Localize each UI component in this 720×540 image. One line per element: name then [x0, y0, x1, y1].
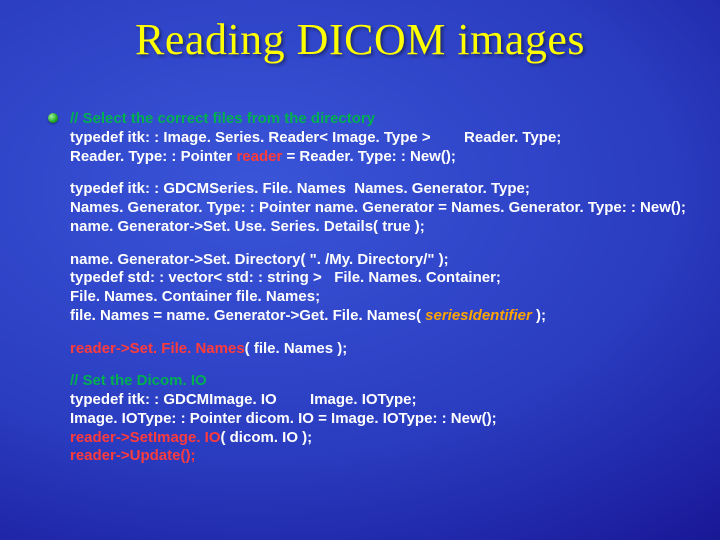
code-line: reader->Set. File. Names( file. Names ); — [70, 340, 690, 359]
code-comment: // Select the correct files from the dir… — [70, 110, 690, 129]
code-text: Reader. Type; — [464, 129, 561, 146]
code-highlight: reader->SetImage. IO — [70, 429, 220, 446]
code-line: name. Generator->Set. Use. Series. Detai… — [70, 218, 690, 237]
bullet-icon — [48, 113, 58, 123]
code-text: ); — [532, 307, 546, 324]
slide-body: // Select the correct files from the dir… — [70, 110, 690, 466]
code-text: ( file. Names ); — [245, 340, 348, 357]
code-param: seriesIdentifier — [425, 307, 532, 324]
slide: Reading DICOM images // Select the corre… — [0, 0, 720, 540]
code-line: reader->SetImage. IO( dicom. IO ); — [70, 429, 690, 448]
code-highlight: reader->Update(); — [70, 447, 690, 466]
code-text: file. Names = name. Generator->Get. File… — [70, 307, 425, 324]
code-text: = Reader. Type: : New(); — [282, 148, 456, 165]
code-line: File. Names. Container file. Names; — [70, 288, 690, 307]
code-highlight: reader — [236, 148, 282, 165]
code-highlight: reader->Set. File. Names — [70, 340, 245, 357]
code-text: Reader. Type: : Pointer — [70, 148, 236, 165]
code-comment: // Set the Dicom. IO — [70, 372, 690, 391]
code-line: name. Generator->Set. Directory( ". /My.… — [70, 251, 690, 270]
code-text: typedef itk: : Image. Series. Reader< Im… — [70, 129, 431, 146]
code-line: typedef itk: : GDCMImage. IO Image. IOTy… — [70, 391, 690, 410]
code-line: Image. IOType: : Pointer dicom. IO = Ima… — [70, 410, 690, 429]
code-text: ( dicom. IO ); — [220, 429, 312, 446]
code-line: typedef itk: : Image. Series. Reader< Im… — [70, 129, 690, 148]
code-line: file. Names = name. Generator->Get. File… — [70, 307, 690, 326]
code-line: typedef std: : vector< std: : string > F… — [70, 269, 690, 288]
code-line: Names. Generator. Type: : Pointer name. … — [70, 199, 690, 218]
code-line: typedef itk: : GDCMSeries. File. Names N… — [70, 180, 690, 199]
slide-title: Reading DICOM images — [0, 14, 720, 65]
code-line: Reader. Type: : Pointer reader = Reader.… — [70, 148, 690, 167]
